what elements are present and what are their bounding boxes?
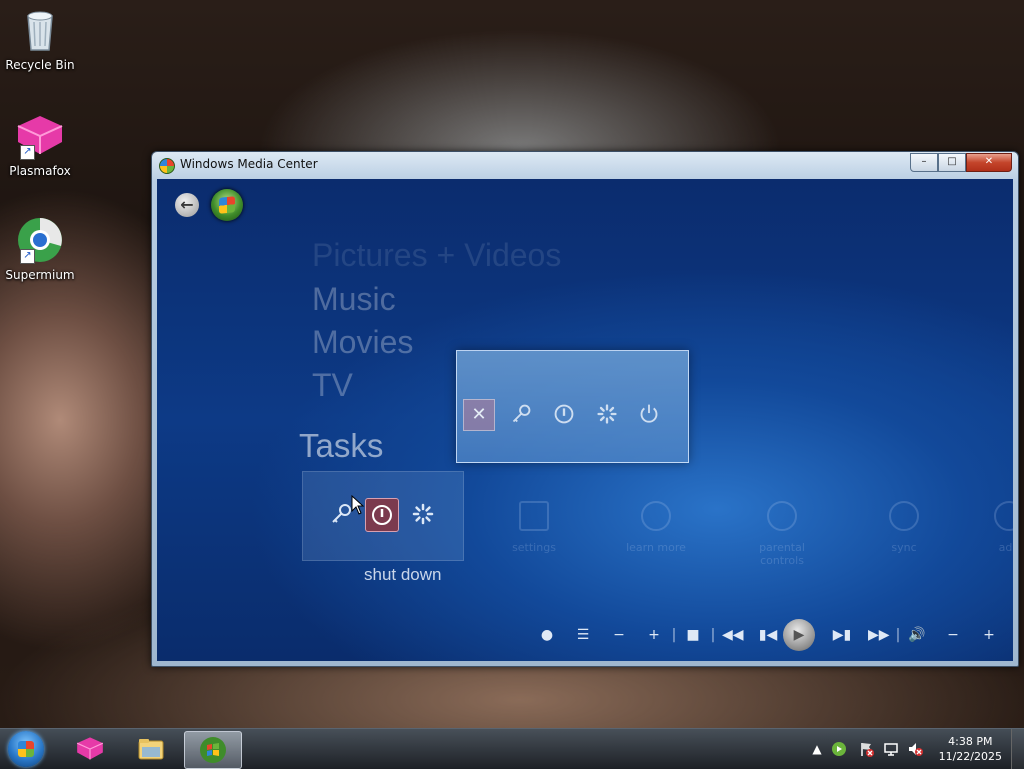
supermium-icon: ↗	[16, 216, 64, 264]
window-title: Windows Media Center	[180, 157, 318, 171]
power-icon	[640, 404, 658, 423]
volume-muted-icon[interactable]	[907, 741, 923, 757]
divider: |	[671, 627, 677, 643]
tile-learn-more[interactable]: learn more	[616, 501, 696, 554]
taskbar: ▲ 4:38 PM 11/22/2025	[0, 728, 1024, 769]
add-icon	[994, 501, 1013, 531]
wmc-window: Windows Media Center – □ ✕ ← Pictures + …	[151, 151, 1019, 667]
volume-down-button[interactable]: −	[943, 625, 963, 645]
maximize-button[interactable]: □	[938, 153, 966, 172]
windows-logo-icon	[18, 741, 34, 757]
taskbar-plasmafox[interactable]	[62, 731, 118, 767]
back-button[interactable]: ←	[175, 193, 199, 217]
menu-item-music[interactable]: Music	[312, 281, 396, 318]
task-caption: shut down	[364, 565, 442, 584]
volume-up-button[interactable]: +	[979, 625, 999, 645]
windows-media-center-icon	[199, 736, 227, 764]
mouse-cursor-icon	[351, 495, 365, 515]
menu-item-tv[interactable]: TV	[312, 367, 353, 404]
channel-up-button[interactable]: +	[644, 625, 664, 645]
desktop-icon-label: Supermium	[5, 268, 75, 282]
stop-button[interactable]: ■	[683, 625, 703, 645]
tile-sync[interactable]: sync	[864, 501, 944, 554]
restart-task-button[interactable]	[407, 498, 439, 530]
minimize-button[interactable]: –	[910, 153, 938, 172]
start-button[interactable]	[8, 731, 44, 767]
guide-button[interactable]: ☰	[573, 625, 593, 645]
tile-label: parental controls	[759, 541, 805, 567]
recycle-bin-icon	[16, 6, 64, 54]
sleep-button[interactable]	[634, 399, 664, 429]
clock[interactable]: 4:38 PM 11/22/2025	[939, 734, 1002, 764]
taskbar-windows-media-center[interactable]	[184, 731, 242, 769]
menu-item-pictures-videos[interactable]: Pictures + Videos	[312, 237, 561, 274]
desktop-icon-recycle-bin[interactable]: Recycle Bin	[0, 6, 80, 72]
record-button[interactable]: ●	[537, 625, 557, 645]
divider: |	[895, 627, 901, 643]
window-controls: – □ ✕	[910, 153, 1012, 172]
menu-item-movies[interactable]: Movies	[312, 324, 413, 361]
taskbar-file-explorer[interactable]	[123, 731, 179, 767]
tile-label: add	[998, 541, 1013, 554]
file-explorer-icon	[137, 735, 165, 763]
windows-logo-icon	[219, 196, 235, 214]
shutdown-dialog: ✕	[456, 350, 689, 463]
wmc-client-area: ← Pictures + Videos Music Movies TV Task…	[157, 179, 1013, 661]
title-bar[interactable]: Windows Media Center – □ ✕	[152, 152, 1018, 178]
info-icon	[641, 501, 671, 531]
mute-button[interactable]: 🔊	[907, 625, 927, 645]
divider: |	[710, 627, 716, 643]
close-dialog-button[interactable]: ✕	[463, 399, 495, 431]
action-center-flag-icon[interactable]	[859, 741, 875, 757]
desktop-icon-label: Recycle Bin	[5, 58, 75, 72]
fast-forward-button[interactable]: ▶▶	[868, 625, 890, 645]
shortcut-arrow-icon: ↗	[20, 249, 35, 264]
power-info-icon	[554, 404, 574, 424]
shut-down-button[interactable]	[549, 399, 579, 429]
restart-button[interactable]	[592, 399, 622, 429]
log-off-button[interactable]	[506, 399, 536, 429]
clock-time: 4:38 PM	[948, 735, 993, 748]
disc-icon	[767, 501, 797, 531]
close-button[interactable]: ✕	[966, 153, 1012, 172]
system-tray: ▲ 4:38 PM 11/22/2025	[809, 729, 1024, 769]
shortcut-arrow-icon: ↗	[20, 145, 35, 160]
play-button[interactable]: ▶	[783, 619, 815, 651]
desktop-icon-supermium[interactable]: ↗ Supermium	[0, 216, 80, 282]
network-icon[interactable]	[883, 741, 899, 757]
shut-down-task-button[interactable]	[365, 498, 399, 532]
desktop-icon-label: Plasmafox	[9, 164, 71, 178]
restart-spinner-icon	[412, 503, 434, 525]
rewind-button[interactable]: ◀◀	[722, 625, 744, 645]
wmc-start-button[interactable]	[211, 189, 243, 221]
tile-label: sync	[891, 541, 917, 554]
show-desktop-button[interactable]	[1011, 729, 1024, 769]
tile-label: settings	[512, 541, 556, 554]
media-tray-icon[interactable]	[831, 741, 847, 757]
plasmafox-icon: ↗	[16, 112, 64, 160]
tile-label: learn more	[626, 541, 686, 554]
tasks-strip	[302, 471, 464, 561]
power-info-icon	[372, 505, 392, 525]
checkbox-icon	[519, 501, 549, 531]
windows-media-center-icon	[159, 158, 175, 174]
restart-spinner-icon	[597, 404, 617, 424]
clock-date: 11/22/2025	[938, 750, 1002, 763]
desktop-icon-plasmafox[interactable]: ↗ Plasmafox	[0, 112, 80, 178]
tile-add[interactable]: add	[969, 501, 1013, 554]
plasmafox-icon	[76, 735, 104, 763]
transport-controls: ● ☰ − + | ■ | ◀◀ ▮◀ ▶ ▶▮ ▶▶ | 🔊 − +	[537, 619, 1007, 651]
show-hidden-icons-icon[interactable]: ▲	[809, 741, 825, 757]
tile-settings[interactable]: settings	[494, 501, 574, 554]
key-icon	[512, 404, 531, 423]
sync-icon	[889, 501, 919, 531]
previous-button[interactable]: ▮◀	[758, 625, 778, 645]
channel-down-button[interactable]: −	[609, 625, 629, 645]
menu-item-tasks[interactable]: Tasks	[299, 427, 383, 465]
next-button[interactable]: ▶▮	[832, 625, 852, 645]
tile-parental-controls[interactable]: parental controls	[742, 501, 822, 567]
